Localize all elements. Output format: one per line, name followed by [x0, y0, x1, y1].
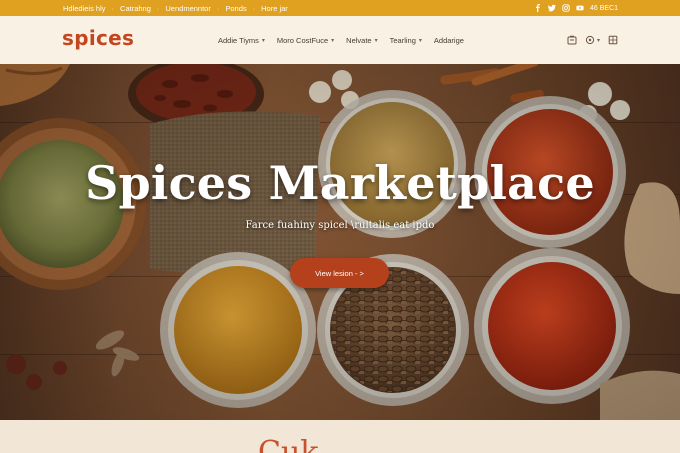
nav-item-label: Addarige: [433, 35, 464, 45]
chevron-down-icon: ▾: [418, 37, 422, 44]
nav-item-label: Addie Tiyms: [218, 35, 259, 45]
youtube-icon[interactable]: [576, 4, 584, 12]
topbar-link-4[interactable]: Hore jar: [261, 4, 288, 13]
hero-overlay: [0, 64, 680, 420]
chevron-down-icon: ▾: [261, 37, 265, 44]
cart-icon[interactable]: [608, 35, 618, 45]
account-icon[interactable]: [567, 35, 577, 45]
main-nav: Addie Tiyms ▾ Moro CostFuce ▾ Nelvate ▾ …: [218, 16, 464, 64]
chevron-down-icon: ▾: [331, 37, 335, 44]
topbar-separator: ·: [111, 3, 115, 13]
instagram-icon[interactable]: [562, 4, 570, 12]
nav-item-1[interactable]: Moro CostFuce ▾: [277, 36, 334, 45]
topbar-link-1[interactable]: Catrahng: [120, 4, 151, 13]
twitter-icon[interactable]: [547, 4, 556, 12]
view-lesion-button[interactable]: View lesion - >: [290, 258, 389, 288]
topbar-right: 46 BEC1: [534, 0, 618, 16]
topbar-separator: ·: [156, 3, 160, 13]
user-icon[interactable]: [585, 35, 595, 45]
site-logo[interactable]: spices: [62, 26, 134, 50]
header-icons: ▾: [567, 16, 618, 64]
hero-subtitle: Farce fuahiny spicel \rultalis eat ipdo: [245, 220, 435, 231]
next-section: Cuk: [0, 420, 680, 453]
topbar-separator: ·: [216, 3, 220, 13]
topbar-link-0[interactable]: Hdledieis hly: [63, 4, 106, 13]
hero-title: Spices Marketplace: [85, 156, 595, 210]
hero-banner: Spices Marketplace Farce fuahiny spicel …: [0, 64, 680, 420]
nav-item-label: Nelvate: [346, 35, 372, 45]
nav-item-0[interactable]: Addie Tiyms ▾: [218, 36, 265, 45]
nav-item-label: Tearling: [389, 35, 416, 45]
topbar-link-3[interactable]: Ponds: [225, 4, 246, 13]
top-utility-bar: Hdledieis hly · Catrahng · Uendmenntor ·…: [0, 0, 680, 16]
nav-item-label: Moro CostFuce: [276, 35, 329, 45]
facebook-icon[interactable]: [534, 4, 542, 12]
language-selector[interactable]: 46 BEC1: [590, 5, 618, 12]
nav-item-4[interactable]: Addarige: [434, 36, 464, 45]
site-header: spices Addie Tiyms ▾ Moro CostFuce ▾ Nel…: [0, 16, 680, 64]
chevron-down-icon[interactable]: ▾: [597, 37, 600, 44]
nav-item-2[interactable]: Nelvate ▾: [346, 36, 377, 45]
chevron-down-icon: ▾: [374, 37, 378, 44]
topbar-link-2[interactable]: Uendmenntor: [165, 4, 210, 13]
topbar-separator: ·: [252, 3, 256, 13]
topbar-links: Hdledieis hly · Catrahng · Uendmenntor ·…: [63, 0, 288, 16]
section-title: Cuk: [258, 435, 319, 453]
nav-item-3[interactable]: Tearling ▾: [390, 36, 422, 45]
